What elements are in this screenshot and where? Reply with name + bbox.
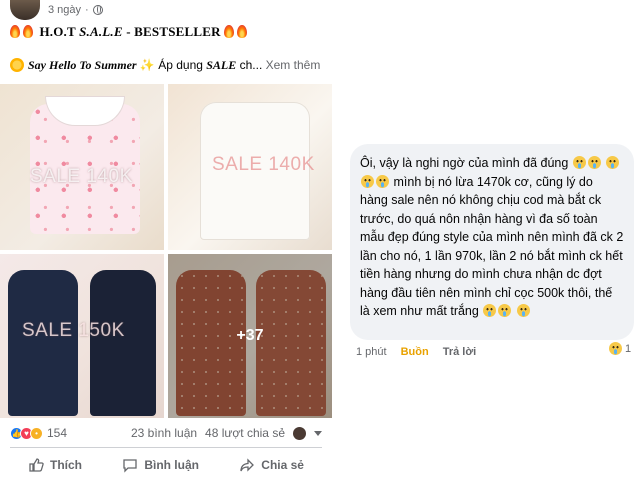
comment-text-2: mình bị nó lừa 1470k cơ, cũng lý do hàng…	[360, 174, 624, 319]
subtitle-text: Áp dụng	[154, 58, 207, 72]
subtitle-sale-word: SALE	[206, 58, 237, 72]
facebook-post: 3 ngày · H.O.T S.A.L.E - BESTSELLER Say …	[0, 0, 332, 480]
like-icon	[29, 458, 44, 472]
sad-emoji-icon	[609, 342, 622, 355]
more-photos-count: +37	[236, 327, 264, 344]
divider	[10, 447, 322, 448]
globe-icon	[92, 5, 103, 15]
sparkle-icon: ✨	[139, 58, 155, 72]
fire-icon	[23, 25, 33, 38]
avatar[interactable]	[10, 0, 40, 20]
sad-reaction-button[interactable]: Buồn	[401, 346, 429, 358]
crying-emoji-icon	[483, 304, 497, 317]
fire-icon	[237, 25, 248, 38]
fire-icon	[10, 25, 20, 38]
comment-reaction-count[interactable]: 1	[608, 342, 631, 355]
subtitle-hello: Say Hello To Summer	[28, 58, 137, 72]
sun-icon	[10, 58, 24, 72]
post-meta: 3 ngày ·	[48, 4, 103, 16]
fire-icon	[224, 25, 235, 38]
watermark-sale-2: SALE 140K	[212, 154, 315, 175]
comment-actions: 1 phút Buồn Trả lời	[356, 346, 476, 358]
watermark-sale-3: SALE 150K	[22, 320, 125, 341]
sad-emoji-icon	[516, 304, 530, 317]
see-more-link[interactable]: Xem thêm	[266, 58, 321, 72]
comment-text: Ôi, vậy là nghi ngờ của mình đã đúng mìn…	[360, 154, 624, 321]
subtitle-text-after: ch...	[236, 58, 263, 72]
comment-text-1: Ôi, vậy là nghi ngờ của mình đã đúng	[360, 156, 569, 170]
viewer-avatar[interactable]	[293, 426, 306, 440]
post-actions: Thích Bình luận Chia sẻ	[10, 452, 322, 478]
share-icon	[240, 458, 255, 472]
meta-separator: ·	[85, 4, 89, 16]
photo-gallery: SALE 140K SALE 140K SALE 150K +37	[0, 84, 332, 418]
post-title: H.O.T S.A.L.E - BESTSELLER	[10, 24, 250, 40]
more-photos-overlay[interactable]: +37	[168, 254, 332, 418]
comment-reaction-number: 1	[625, 342, 632, 355]
title-prefix: H.O.T	[39, 24, 80, 39]
title-suffix: - BESTSELLER	[122, 24, 221, 39]
shares-count[interactable]: 48 lượt chia sẻ	[205, 426, 285, 440]
post-timestamp[interactable]: 3 ngày	[48, 4, 81, 16]
reaction-icons[interactable]: 👍 ♥ •	[10, 426, 43, 440]
like-label: Thích	[50, 458, 82, 472]
comment-bubble: Ôi, vậy là nghi ngờ của mình đã đúng mìn…	[350, 144, 634, 340]
reactions-count[interactable]: 154	[47, 426, 67, 440]
crying-emoji-icon	[361, 174, 374, 188]
comment-icon	[123, 459, 137, 473]
chevron-down-icon[interactable]	[314, 430, 322, 436]
comment-time[interactable]: 1 phút	[356, 346, 387, 358]
title-sale: S.A.L.E	[79, 24, 123, 39]
garment-navy-1	[8, 270, 78, 416]
crying-emoji-icon	[498, 304, 512, 317]
crying-emoji-icon	[587, 156, 601, 169]
share-label: Chia sẻ	[261, 458, 304, 472]
crying-emoji-icon	[606, 156, 620, 169]
share-button[interactable]: Chia sẻ	[221, 452, 322, 478]
crying-emoji-icon	[572, 156, 586, 169]
like-button[interactable]: Thích	[10, 452, 100, 478]
comments-count[interactable]: 23 bình luận	[131, 426, 197, 440]
comment-label: Bình luận	[144, 458, 199, 472]
post-header: 3 ngày ·	[10, 0, 103, 20]
watermark-sale-1: SALE 140K	[30, 166, 133, 187]
wow-icon: •	[30, 426, 43, 440]
reply-button[interactable]: Trả lời	[443, 346, 477, 358]
screenshot-root: 3 ngày · H.O.T S.A.L.E - BESTSELLER Say …	[0, 0, 640, 480]
comment-button[interactable]: Bình luận	[104, 452, 217, 478]
garment-navy-2	[90, 270, 156, 416]
post-subtitle: Say Hello To Summer ✨ Áp dụng SALE ch...…	[10, 58, 320, 73]
crying-emoji-icon	[376, 174, 389, 188]
post-stats: 👍 ♥ • 154 23 bình luận 48 lượt chia sẻ	[10, 424, 322, 442]
